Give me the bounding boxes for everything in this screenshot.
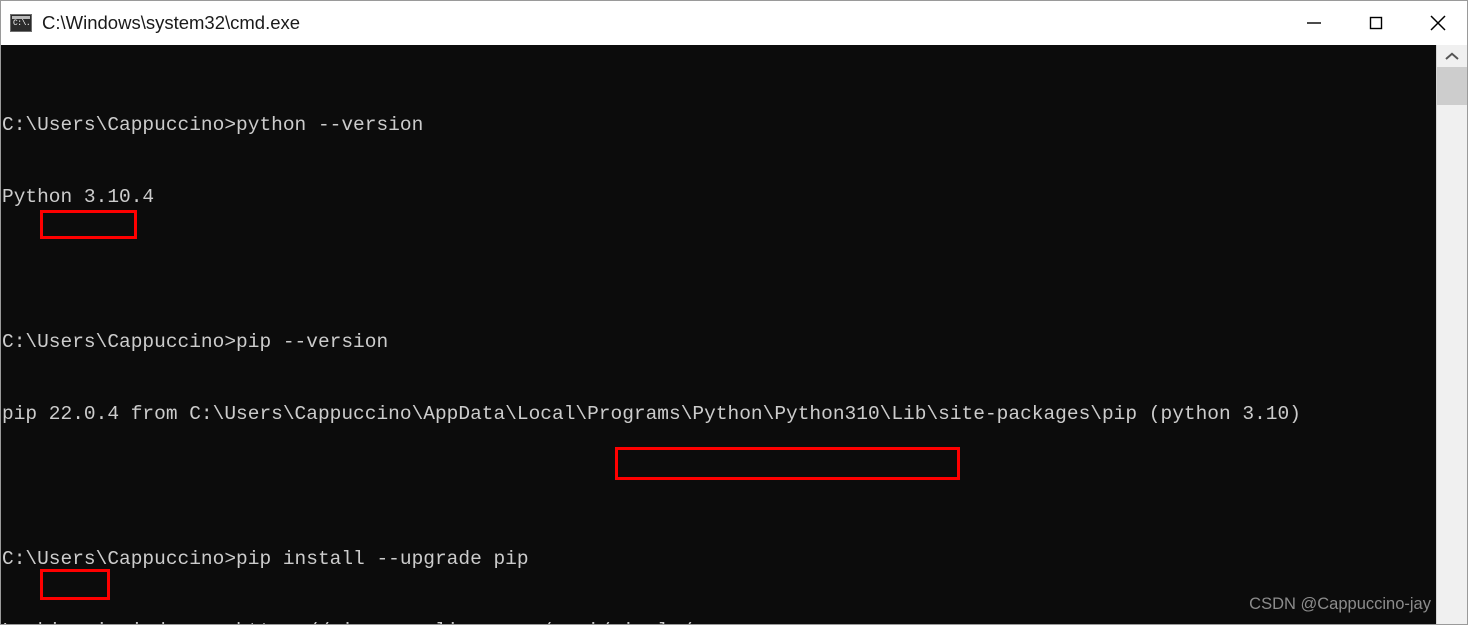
terminal-line: Python 3.10.4 (2, 186, 155, 209)
close-icon (1430, 15, 1446, 31)
chevron-up-icon (1445, 51, 1459, 60)
scroll-up-button[interactable] (1437, 45, 1467, 67)
cmd-window: C:\. C:\Windows\system32\cmd.exe C:\User… (0, 0, 1468, 625)
console-text: C:\Users\Cappuccino>python --version Pyt… (1, 45, 1438, 624)
console-icon: C:\. (10, 14, 32, 32)
vertical-scrollbar[interactable] (1436, 45, 1467, 624)
minimize-icon (1307, 22, 1321, 24)
terminal-line: C:\Users\Cappuccino>python --version (2, 114, 424, 137)
terminal-line: C:\Users\Cappuccino>pip --version (2, 331, 389, 354)
minimize-button[interactable] (1283, 1, 1345, 45)
terminal-line: C:\Users\Cappuccino>pip install --upgrad… (2, 547, 529, 570)
terminal-line: Looking in indexes: https://mirrors.aliy… (1, 619, 1438, 624)
terminal-line: pip 22.0.4 from C:\Users\Cappuccino\AppD… (2, 403, 1301, 426)
maximize-button[interactable] (1345, 1, 1407, 45)
scrollbar-thumb[interactable] (1437, 67, 1467, 105)
maximize-icon (1369, 16, 1383, 30)
close-button[interactable] (1407, 1, 1467, 45)
watermark: CSDN @Cappuccino-jay (1249, 595, 1431, 613)
title-bar[interactable]: C:\. C:\Windows\system32\cmd.exe (1, 1, 1467, 45)
console-icon-label: C:\. (13, 19, 31, 28)
console-output-area[interactable]: C:\Users\Cappuccino>python --version Pyt… (1, 45, 1467, 624)
window-title: C:\Windows\system32\cmd.exe (42, 12, 301, 33)
